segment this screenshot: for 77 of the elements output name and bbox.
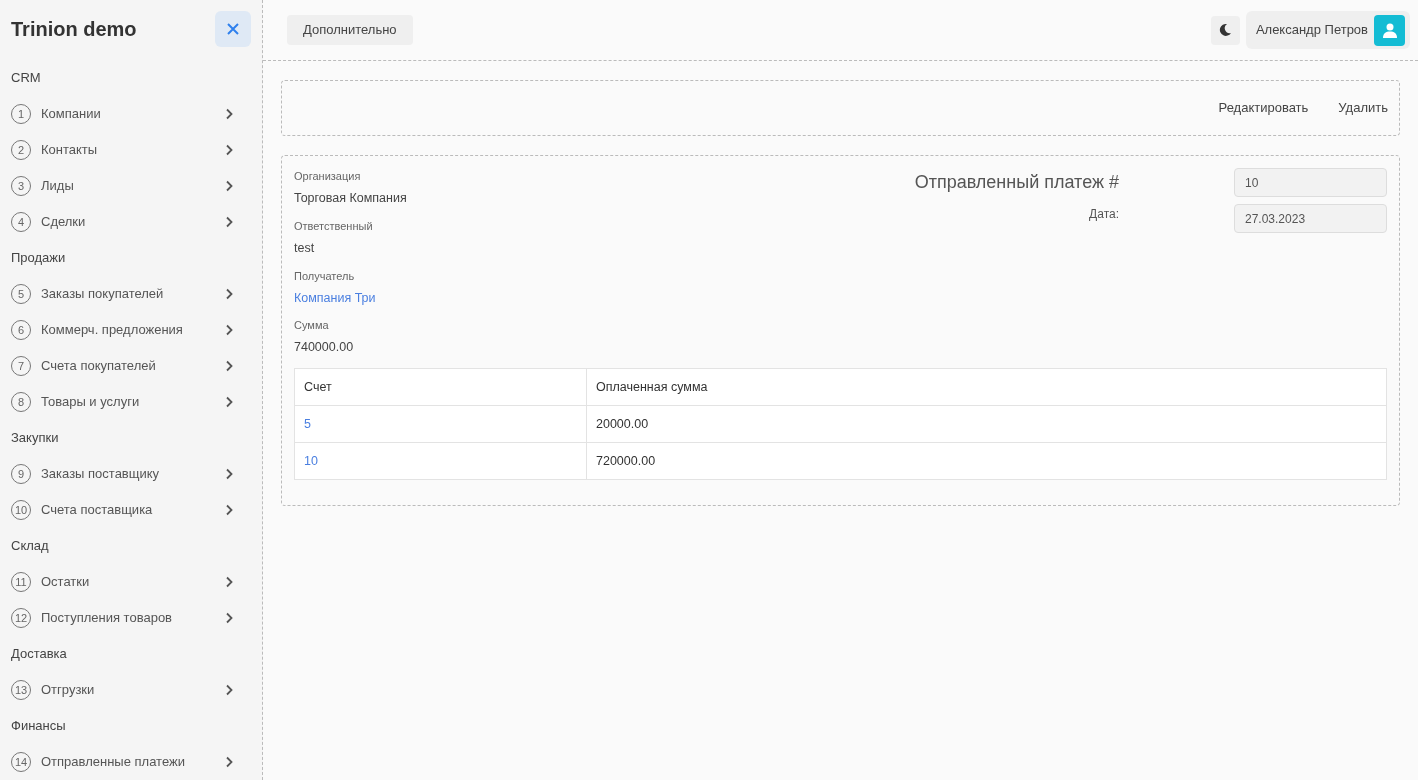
sidebar-item[interactable]: 7 Счета покупателей	[11, 348, 251, 384]
item-label: Поступления товаров	[41, 609, 173, 628]
invoice-link[interactable]: 10	[294, 442, 587, 480]
number-field[interactable]: 10	[1234, 168, 1387, 197]
date-field[interactable]: 27.03.2023	[1234, 204, 1387, 233]
item-label: Счета покупателей	[41, 357, 157, 376]
sidebar-item[interactable]: 13 Отгрузки	[11, 672, 251, 708]
item-label: Заказы покупателей	[41, 285, 165, 304]
item-label: Контакты	[41, 141, 99, 160]
theme-toggle-button[interactable]	[1210, 15, 1240, 45]
sidebar-item[interactable]: 5 Заказы покупателей	[11, 276, 251, 312]
sidebar-item[interactable]: 10 Счета поставщика	[11, 492, 251, 528]
table-cell: 20000.00	[586, 405, 1387, 443]
chevron-right-icon	[225, 396, 233, 408]
sidebar-item[interactable]: 6 Коммерч. предложения	[11, 312, 251, 348]
chevron-right-icon	[225, 576, 233, 588]
section-heading: Продажи	[11, 249, 67, 268]
chevron-right-icon	[225, 288, 233, 300]
document-title: Отправленный платеж #	[914, 171, 1119, 194]
field-label: Сумма	[294, 318, 330, 334]
field-label: Ответственный	[294, 218, 374, 234]
field-value: 740000.00	[294, 339, 355, 357]
item-label: Отгрузки	[41, 681, 96, 700]
item-label: Остатки	[41, 573, 91, 592]
close-icon	[227, 23, 239, 35]
sidebar-item[interactable]: 9 Заказы поставщику	[11, 456, 251, 492]
item-label: Заказы поставщику	[41, 465, 161, 484]
invoice-link[interactable]: 5	[294, 405, 587, 443]
section-heading: Склад	[11, 537, 50, 556]
column-header: Счет	[294, 368, 587, 406]
sidebar-item[interactable]: 12 Поступления товаров	[11, 600, 251, 636]
field-value: Торговая Компания	[294, 190, 408, 207]
app-title: Trinion demo	[11, 17, 137, 42]
sidebar-item[interactable]: 4 Сделки	[11, 204, 251, 240]
item-label: Счета поставщика	[41, 501, 154, 520]
chevron-right-icon	[225, 144, 233, 156]
sidebar-item[interactable]: 14 Отправленные платежи	[11, 744, 251, 780]
section-heading: Доставка	[11, 645, 68, 664]
action-link[interactable]: Редактировать	[1218, 98, 1309, 118]
chevron-right-icon	[225, 684, 233, 696]
action-link[interactable]: Удалить	[1338, 98, 1388, 118]
user-menu[interactable]: Александр Петров	[1245, 11, 1410, 49]
field-label: Организация	[294, 169, 362, 184]
table-cell: 720000.00	[586, 442, 1387, 480]
more-button[interactable]: Дополнительно	[287, 15, 413, 45]
sidebar-item[interactable]: 2 Контакты	[11, 132, 251, 168]
chevron-right-icon	[225, 108, 233, 120]
sidebar-item[interactable]: 11 Остатки	[11, 564, 251, 600]
chevron-right-icon	[225, 504, 233, 516]
field-label: Получатель	[294, 268, 356, 284]
section-heading: Финансы	[11, 717, 67, 736]
section-heading: CRM	[11, 69, 42, 88]
avatar-icon	[1374, 14, 1405, 46]
section-heading: Закупки	[11, 429, 60, 448]
user-name: Александр Петров	[1255, 21, 1368, 40]
recipient-link[interactable]: Компания Три	[294, 288, 376, 308]
column-header: Оплаченная сумма	[586, 368, 1387, 406]
sidebar-item[interactable]: 3 Лиды	[11, 168, 251, 204]
sidebar-item[interactable]: 8 Товары и услуги	[11, 384, 251, 420]
item-label: Лиды	[41, 177, 75, 196]
item-label: Коммерч. предложения	[41, 321, 184, 340]
chevron-right-icon	[225, 180, 233, 192]
item-label: Компании	[41, 105, 102, 124]
chevron-right-icon	[225, 612, 233, 624]
chevron-right-icon	[225, 324, 233, 336]
item-label: Отправленные платежи	[41, 753, 186, 772]
field-value: test	[294, 239, 316, 257]
item-label: Сделки	[41, 213, 87, 232]
sidebar-item[interactable]: 1 Компании	[11, 96, 251, 132]
chevron-right-icon	[225, 756, 233, 768]
chevron-right-icon	[225, 360, 233, 372]
date-label: Дата:	[1089, 206, 1119, 223]
moon-icon	[1218, 23, 1233, 37]
chevron-right-icon	[225, 468, 233, 480]
chevron-right-icon	[225, 216, 233, 228]
close-button[interactable]	[215, 11, 251, 47]
item-label: Товары и услуги	[41, 393, 141, 412]
